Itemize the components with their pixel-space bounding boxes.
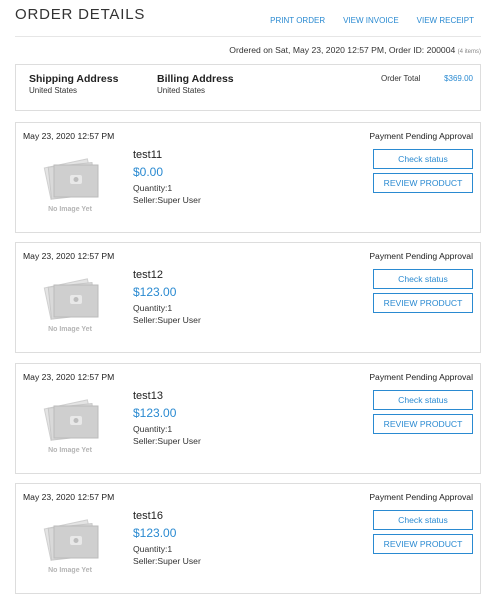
order-meta: Ordered on Sat, May 23, 2020 12:57 PM, O… <box>229 45 481 55</box>
no-image-caption: No Image Yet <box>48 206 93 213</box>
product-seller: Seller:Super User <box>133 556 201 566</box>
product-seller: Seller:Super User <box>133 195 201 205</box>
product-name: test12 <box>133 269 163 281</box>
product-price: $123.00 <box>133 526 177 540</box>
product-quantity: Quantity:1 <box>133 303 173 313</box>
no-image-placeholder: No Image Yet <box>43 158 99 213</box>
view-receipt-link[interactable]: VIEW RECEIPT <box>417 16 474 25</box>
no-image-placeholder: No Image Yet <box>43 519 99 574</box>
check-status-button[interactable]: Check status <box>373 390 473 410</box>
review-product-button[interactable]: REVIEW PRODUCT <box>373 534 473 554</box>
page-title: ORDER DETAILS <box>15 6 146 23</box>
product-name: test11 <box>133 149 163 161</box>
product-quantity: Quantity:1 <box>133 424 173 434</box>
check-status-button[interactable]: Check status <box>373 269 473 289</box>
product-quantity: Quantity:1 <box>133 544 173 554</box>
item-date: May 23, 2020 12:57 PM <box>23 372 115 382</box>
print-order-link[interactable]: PRINT ORDER <box>270 16 325 25</box>
no-image-caption: No Image Yet <box>48 447 93 454</box>
header-actions: PRINT ORDER VIEW INVOICE VIEW RECEIPT <box>270 16 474 25</box>
order-total-value: $369.00 <box>444 74 473 83</box>
item-date: May 23, 2020 12:57 PM <box>23 492 115 502</box>
billing-address-title: Billing Address <box>157 73 234 85</box>
no-image-caption: No Image Yet <box>48 326 93 333</box>
no-image-placeholder: No Image Yet <box>43 278 99 333</box>
product-price: $0.00 <box>133 165 164 179</box>
order-item-card: May 23, 2020 12:57 PM Payment Pending Ap… <box>15 483 481 594</box>
item-status: Payment Pending Approval <box>369 492 473 502</box>
order-header: ORDER DETAILS PRINT ORDER VIEW INVOICE V… <box>15 6 481 28</box>
view-invoice-link[interactable]: VIEW INVOICE <box>343 16 399 25</box>
product-price: $123.00 <box>133 285 177 299</box>
order-total-label: Order Total <box>381 74 421 83</box>
order-meta-text: Ordered on Sat, May 23, 2020 12:57 PM, O… <box>229 45 456 55</box>
shipping-address: Shipping Address United States <box>29 73 118 95</box>
product-quantity: Quantity:1 <box>133 183 173 193</box>
product-seller: Seller:Super User <box>133 315 201 325</box>
header-divider <box>15 36 481 37</box>
check-status-button[interactable]: Check status <box>373 510 473 530</box>
review-product-button[interactable]: REVIEW PRODUCT <box>373 414 473 434</box>
product-price: $123.00 <box>133 406 177 420</box>
item-date: May 23, 2020 12:57 PM <box>23 131 115 141</box>
order-item-card: May 23, 2020 12:57 PM Payment Pending Ap… <box>15 363 481 474</box>
item-date: May 23, 2020 12:57 PM <box>23 251 115 261</box>
no-image-caption: No Image Yet <box>48 567 93 574</box>
product-name: test13 <box>133 390 163 402</box>
billing-address: Billing Address United States <box>157 73 234 95</box>
no-image-placeholder: No Image Yet <box>43 399 99 454</box>
check-status-button[interactable]: Check status <box>373 149 473 169</box>
shipping-address-title: Shipping Address <box>29 73 119 85</box>
order-item-card: May 23, 2020 12:57 PM Payment Pending Ap… <box>15 242 481 353</box>
product-seller: Seller:Super User <box>133 436 201 446</box>
product-name: test16 <box>133 510 163 522</box>
review-product-button[interactable]: REVIEW PRODUCT <box>373 293 473 313</box>
order-item-card: May 23, 2020 12:57 PM Payment Pending Ap… <box>15 122 481 233</box>
item-status: Payment Pending Approval <box>369 251 473 261</box>
review-product-button[interactable]: REVIEW PRODUCT <box>373 173 473 193</box>
shipping-address-value: United States <box>29 86 78 95</box>
address-summary: Shipping Address United States Billing A… <box>15 64 481 111</box>
item-status: Payment Pending Approval <box>369 131 473 141</box>
order-item-count: (4 items) <box>457 49 481 55</box>
billing-address-value: United States <box>157 86 206 95</box>
item-status: Payment Pending Approval <box>369 372 473 382</box>
